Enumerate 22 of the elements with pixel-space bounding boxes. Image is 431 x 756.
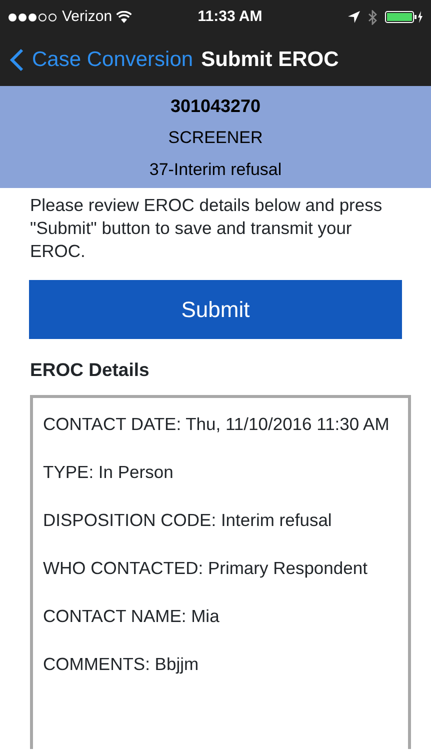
detail-line: CONTACT NAME: Mia [43, 604, 220, 628]
clock-time: 11:33 AM [198, 6, 262, 27]
back-button[interactable]: Case Conversion [10, 44, 194, 76]
screen-title: Submit EROC [201, 47, 339, 74]
carrier-name: Verizon [62, 6, 112, 27]
bluetooth-icon [368, 10, 377, 24]
case-disposition: 37-Interim refusal [148, 159, 283, 181]
chevron-left-icon [10, 48, 24, 72]
case-role: SCREENER [167, 127, 264, 149]
detail-line: CONTACT DATE: Thu, 11/10/2016 11:30 AM [43, 412, 390, 436]
battery-charging-icon [385, 10, 423, 24]
detail-line: COMMENTS: Bbjjm [43, 652, 200, 676]
location-arrow-icon [348, 11, 360, 23]
submit-button[interactable]: Submit [29, 280, 402, 339]
instructions-text: Please review EROC details below and press "Submit" button to save and transmit your EROC. [29, 194, 384, 263]
detail-line: DISPOSITION CODE: Interim refusal [43, 508, 333, 532]
detail-line: WHO CONTACTED: Primary Respondent [43, 556, 368, 580]
detail-line: TYPE: In Person [43, 460, 174, 484]
signal-icon [8, 12, 58, 22]
case-id: 301043270 [169, 95, 262, 118]
wifi-icon [116, 11, 132, 23]
section-heading: EROC Details [30, 358, 150, 382]
